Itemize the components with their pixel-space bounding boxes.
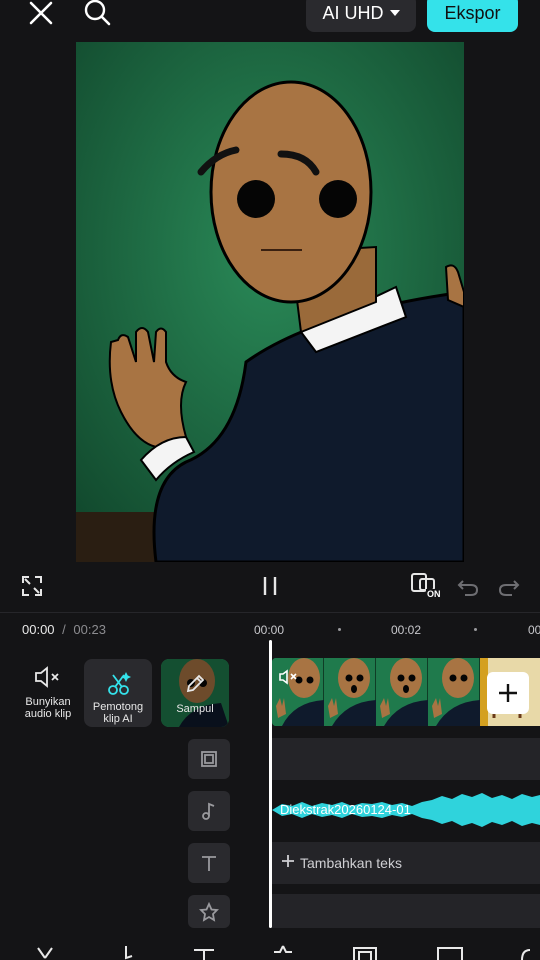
hd-toggle-badge: ON	[426, 589, 442, 599]
sticker-tool-icon[interactable]	[270, 944, 296, 960]
export-label: Ekspor	[444, 2, 501, 23]
mute-label-line1: Bunyikan	[25, 696, 71, 708]
search-icon[interactable]	[80, 0, 114, 28]
add-audio-track-button[interactable]	[188, 791, 230, 831]
bottom-toolbar	[0, 938, 540, 960]
playhead[interactable]	[269, 640, 272, 928]
quality-selector[interactable]: AI UHD	[306, 0, 416, 32]
cutter-label-line2: klip AI	[103, 713, 133, 725]
video-preview[interactable]	[76, 42, 464, 562]
preview-frame-image	[76, 42, 464, 562]
video-frame-thumbnail	[428, 658, 480, 726]
top-bar: AI UHD Ekspor	[0, 0, 540, 40]
plus-icon	[499, 684, 517, 702]
text-icon	[202, 856, 216, 871]
mute-clip-audio-button[interactable]: Bunyikan audio klip	[18, 664, 78, 724]
export-button[interactable]: Ekspor	[427, 0, 518, 32]
mute-label-line2: audio klip	[24, 708, 72, 720]
ruler-dot	[474, 628, 477, 631]
add-sticker-track-button[interactable]	[188, 895, 230, 928]
time-separator: /	[62, 622, 66, 637]
edit-scissors-icon[interactable]	[34, 946, 56, 960]
canvas-tool-icon[interactable]	[436, 946, 464, 960]
current-time: 00:00	[22, 622, 55, 637]
cutter-label-line1: Pemotong	[92, 701, 144, 713]
text-tool-icon[interactable]	[192, 946, 216, 960]
audio-clip-name: Diekstrak20260124-01	[280, 802, 411, 817]
fullscreen-icon[interactable]	[20, 574, 44, 598]
ai-scissors-icon	[108, 671, 132, 695]
ruler-label: 00:0	[528, 623, 540, 637]
hd-preview-toggle[interactable]: ON	[410, 572, 444, 602]
pause-icon[interactable]	[258, 574, 282, 598]
time-display: 00:00 / 00:23	[22, 622, 106, 637]
undo-icon[interactable]	[456, 574, 480, 598]
chevron-down-icon	[389, 10, 400, 16]
overlay-tool-icon[interactable]	[352, 946, 378, 960]
video-frame-thumbnail	[376, 658, 428, 726]
quality-label: AI UHD	[322, 2, 384, 23]
overlay-track[interactable]	[272, 738, 540, 780]
ai-clip-cutter-button[interactable]: Pemotong klip AI	[84, 659, 152, 727]
clip-muted-icon	[279, 669, 297, 685]
ruler-label: 00:00	[254, 623, 285, 637]
ruler-label: 00:02	[391, 623, 422, 637]
add-text-label[interactable]: Tambahkan teks	[300, 855, 402, 871]
add-clip-button[interactable]	[487, 672, 529, 714]
audio-music-icon[interactable]	[114, 944, 136, 960]
video-frame-thumbnail	[324, 658, 376, 726]
sticker-track[interactable]	[272, 894, 540, 928]
divider	[0, 612, 540, 613]
total-time: 00:23	[73, 622, 106, 637]
sticker-icon	[199, 901, 219, 922]
overlay-icon	[201, 751, 217, 767]
pencil-icon	[186, 674, 205, 693]
music-note-icon	[202, 802, 215, 820]
add-text-track-button[interactable]	[188, 843, 230, 883]
cover-label: Sampul	[176, 703, 214, 715]
close-icon[interactable]	[24, 0, 58, 28]
ruler-dot	[338, 628, 341, 631]
redo-icon[interactable]	[497, 574, 521, 598]
speaker-mute-icon	[35, 666, 59, 688]
add-text-plus-icon	[280, 853, 296, 874]
add-overlay-track-button[interactable]	[188, 739, 230, 779]
effects-tool-icon[interactable]	[518, 946, 540, 960]
cover-button[interactable]: Sampul	[161, 659, 229, 727]
